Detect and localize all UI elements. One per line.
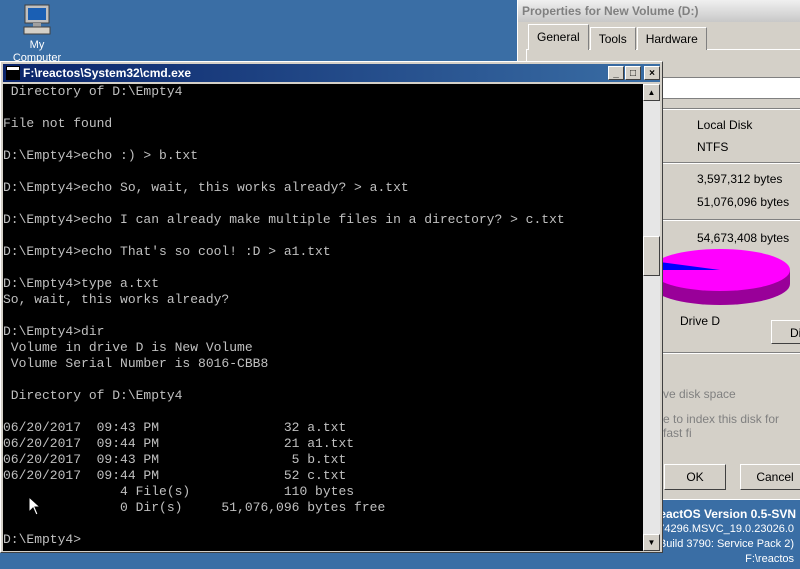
console-line: D:\Empty4>type a.txt	[3, 276, 160, 291]
console-line: Directory of D:\Empty4	[3, 84, 183, 99]
disk-cleanup-button[interactable]: Di	[771, 320, 800, 344]
close-button[interactable]: ×	[644, 66, 660, 80]
compress-drive-checkbox-label[interactable]: ve disk space	[663, 387, 736, 401]
filesystem-value: NTFS	[697, 140, 729, 154]
type-value: Local Disk	[697, 118, 753, 132]
volume-label-input[interactable]	[658, 77, 800, 99]
console-line: 4 File(s) 110 bytes	[3, 484, 355, 499]
version-line-2: 74296.MSVC_19.0.23026.0	[658, 523, 794, 535]
console-line: Volume Serial Number is 8016-CBB8	[3, 356, 269, 371]
console-line: 06/20/2017 09:43 PM 5 b.txt	[3, 452, 347, 467]
tab-general[interactable]: General	[528, 24, 589, 50]
ok-button[interactable]: OK	[664, 464, 726, 490]
mouse-cursor-icon	[28, 496, 42, 516]
console-line: D:\Empty4>echo I can already make multip…	[3, 212, 565, 227]
cmd-titlebar[interactable]: F:\reactos\System32\cmd.exe _ □ ×	[3, 64, 660, 82]
properties-tabs: General Tools Hardware	[528, 24, 708, 50]
minimize-button[interactable]: _	[608, 66, 624, 80]
properties-title: Properties for New Volume (D:)	[518, 0, 800, 22]
version-line-4: F:\reactos	[745, 553, 794, 565]
console-line: D:\Empty4>dir	[3, 324, 105, 339]
console-line: D:\Empty4>echo :) > b.txt	[3, 148, 199, 163]
version-line-1: eactOS Version 0.5-SVN	[659, 507, 796, 521]
scroll-down-arrow-icon[interactable]: ▼	[643, 534, 660, 551]
console-line: 0 Dir(s) 51,076,096 bytes free	[3, 500, 386, 515]
capacity-value: 54,673,408 bytes	[697, 231, 790, 245]
console-line: 06/20/2017 09:44 PM 21 a1.txt	[3, 436, 355, 451]
tab-tools[interactable]: Tools	[589, 27, 636, 50]
cmd-title: F:\reactos\System32\cmd.exe	[23, 66, 192, 80]
my-computer-desktop-icon[interactable]: My Computer	[12, 4, 62, 64]
console-line: 06/20/2017 09:43 PM 32 a.txt	[3, 420, 347, 435]
console-line: 06/20/2017 09:44 PM 52 c.txt	[3, 468, 347, 483]
disk-usage-pie-chart	[650, 249, 790, 305]
console-icon	[6, 66, 20, 80]
console-output[interactable]: Directory of D:\Empty4 File not found D:\E…	[3, 84, 643, 551]
console-line: D:\Empty4>	[3, 532, 82, 547]
cancel-button[interactable]: Cancel	[740, 464, 800, 490]
vertical-scrollbar[interactable]: ▲ ▼	[643, 84, 660, 551]
console-line: D:\Empty4>echo That's so cool! :D > a1.t…	[3, 244, 331, 259]
divider	[663, 219, 800, 221]
console-line: So, wait, this works already?	[3, 292, 230, 307]
used-space-value: 3,597,312 bytes	[697, 172, 783, 186]
free-space-value: 51,076,096 bytes	[697, 195, 790, 209]
console-line: Directory of D:\Empty4	[3, 388, 183, 403]
console-line: D:\Empty4>echo So, wait, this works alre…	[3, 180, 409, 195]
divider	[663, 162, 800, 164]
maximize-button[interactable]: □	[625, 66, 641, 80]
divider	[663, 352, 800, 354]
tab-hardware[interactable]: Hardware	[636, 27, 707, 50]
console-line: Volume in drive D is New Volume	[3, 340, 253, 355]
cmd-window: F:\reactos\System32\cmd.exe _ □ × Direct…	[0, 61, 663, 553]
computer-icon	[23, 4, 51, 35]
scroll-up-arrow-icon[interactable]: ▲	[643, 84, 660, 101]
version-line-3: Build 3790: Service Pack 2)	[658, 538, 794, 550]
index-drive-checkbox-label[interactable]: e to index this disk for fast fi	[663, 412, 800, 440]
version-watermark: eactOS Version 0.5-SVN 74296.MSVC_19.0.2…	[655, 500, 800, 569]
divider	[663, 108, 800, 110]
scroll-thumb[interactable]	[643, 236, 660, 276]
drive-label: Drive D	[680, 314, 721, 328]
console-line: File not found	[3, 116, 113, 131]
